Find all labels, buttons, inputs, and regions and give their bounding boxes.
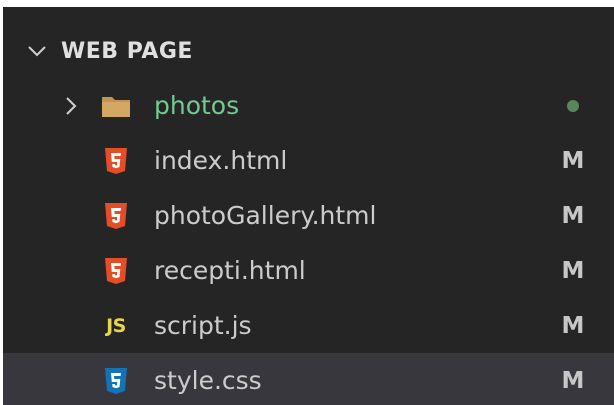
explorer-panel: WEB PAGE photos index.html M photoGaller…: [3, 7, 614, 405]
tree-item-photos-folder[interactable]: photos: [3, 78, 614, 133]
git-status-badge: M: [561, 147, 585, 174]
tree-item-label: style.css: [154, 366, 262, 395]
git-status-badge: M: [561, 202, 585, 229]
git-status-badge: M: [561, 312, 585, 339]
status-dot-icon: [567, 99, 579, 112]
tree-item-label: photoGallery.html: [154, 201, 377, 230]
tree-item-style-css[interactable]: style.css M: [3, 353, 614, 405]
explorer-section-header[interactable]: WEB PAGE: [3, 28, 614, 74]
tree-item-label: index.html: [154, 146, 288, 175]
html5-icon: [100, 256, 132, 286]
js-icon: JS: [106, 314, 126, 337]
git-status-badge: M: [561, 367, 585, 394]
tree-item-label: script.js: [154, 311, 252, 340]
git-status-badge: M: [561, 257, 585, 284]
chevron-down-icon[interactable]: [26, 40, 48, 62]
tree-item-index-html[interactable]: index.html M: [3, 133, 614, 188]
tree-item-recepti-html[interactable]: recepti.html M: [3, 243, 614, 298]
section-title: WEB PAGE: [61, 38, 193, 64]
folder-icon: [100, 91, 132, 121]
tree-item-photogallery-html[interactable]: photoGallery.html M: [3, 188, 614, 243]
html5-icon: [100, 146, 132, 176]
tree-item-script-js[interactable]: JS script.js M: [3, 298, 614, 353]
html5-icon: [100, 201, 132, 231]
tree-item-label: photos: [154, 91, 240, 120]
chevron-right-icon[interactable]: [63, 94, 79, 118]
tree-item-label: recepti.html: [154, 256, 306, 285]
css3-icon: [100, 366, 132, 396]
